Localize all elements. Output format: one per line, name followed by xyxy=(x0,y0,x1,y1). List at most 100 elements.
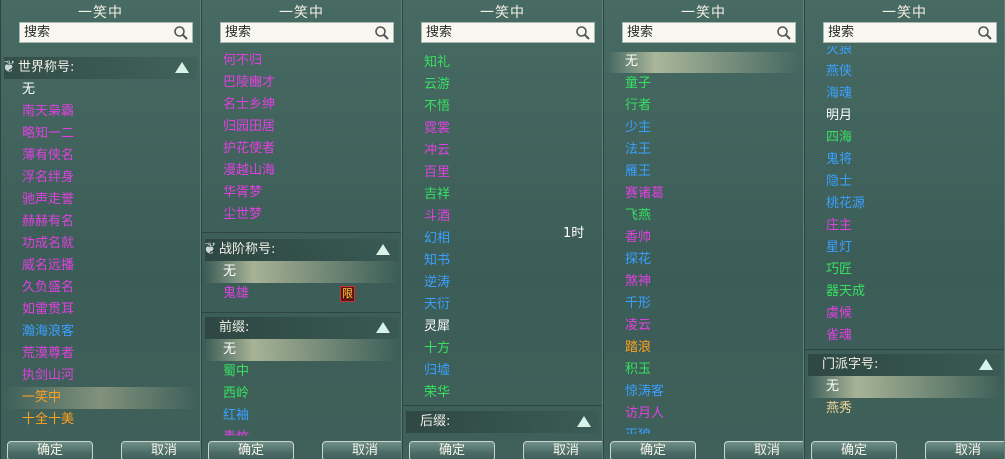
list-item[interactable]: 冲云 xyxy=(406,140,599,162)
triangle-up-icon[interactable] xyxy=(175,62,189,73)
list-item[interactable]: 隐士 xyxy=(808,171,1001,193)
search-input[interactable]: 搜索 xyxy=(421,22,595,43)
list-item[interactable]: 凌云 xyxy=(607,315,800,337)
list-item[interactable]: 瀚海浪客 xyxy=(4,321,197,343)
list-item[interactable]: 香帅 xyxy=(607,227,800,249)
search-icon[interactable] xyxy=(977,25,993,41)
list-item[interactable]: 庄主 xyxy=(808,215,1001,237)
list-item[interactable]: 器天成 xyxy=(808,281,1001,303)
section-header[interactable]: 后缀: xyxy=(406,411,599,433)
list-item[interactable]: 惊涛客 xyxy=(607,381,800,403)
search-icon[interactable] xyxy=(374,25,390,41)
list-item[interactable]: 荒漠尊者 xyxy=(4,343,197,365)
list-item[interactable]: 蜀中 xyxy=(205,361,398,383)
triangle-up-icon[interactable] xyxy=(376,322,390,333)
list-item[interactable]: 虞候 xyxy=(808,303,1001,325)
list-item[interactable]: 华胥梦 xyxy=(205,182,398,204)
list-item[interactable]: 灭狼 xyxy=(808,46,1001,61)
list-item[interactable]: 红袖 xyxy=(205,405,398,427)
list-item[interactable]: 归墟 xyxy=(406,360,599,382)
cancel-button[interactable]: 取消 xyxy=(724,441,803,459)
search-input[interactable]: 搜索 xyxy=(19,22,193,43)
search-input[interactable]: 搜索 xyxy=(823,22,997,43)
list-item[interactable]: 名士乡绅 xyxy=(205,94,398,116)
list-item[interactable]: 积玉 xyxy=(607,359,800,381)
list-item[interactable]: 百里 xyxy=(406,162,599,184)
list-item[interactable]: 十方 xyxy=(406,338,599,360)
list-item[interactable]: 灵犀 xyxy=(406,316,599,338)
confirm-button[interactable]: 确定 xyxy=(409,441,495,459)
list-item[interactable]: 煞神 xyxy=(607,271,800,293)
list-item[interactable]: 燕秀 xyxy=(808,398,1001,420)
list-item[interactable]: 探花 xyxy=(607,249,800,271)
list-item[interactable]: 星灯 xyxy=(808,237,1001,259)
confirm-button[interactable]: 确定 xyxy=(208,441,294,459)
list-item[interactable]: 霓裳 xyxy=(406,118,599,140)
list-item[interactable]: 归园田居 xyxy=(205,116,398,138)
confirm-button[interactable]: 确定 xyxy=(610,441,696,459)
list-item[interactable]: 天衍 xyxy=(406,294,599,316)
list-item[interactable]: 略知一二 xyxy=(4,123,197,145)
list-item[interactable]: 无 xyxy=(4,79,197,101)
cancel-button[interactable]: 取消 xyxy=(523,441,602,459)
list-item[interactable]: 赛诸葛 xyxy=(607,183,800,205)
list-item[interactable]: 灭狼 xyxy=(607,425,800,434)
list-item[interactable]: 少主 xyxy=(607,117,800,139)
section-header[interactable]: 战阶称号: xyxy=(205,239,398,261)
list-item[interactable]: 童子 xyxy=(607,73,800,95)
search-icon[interactable] xyxy=(173,25,189,41)
list-item[interactable]: 桃花源 xyxy=(808,193,1001,215)
list-item[interactable]: 无 xyxy=(808,376,1001,398)
list-item[interactable]: 雀魂 xyxy=(808,325,1001,346)
list-item[interactable]: 尘世梦 xyxy=(205,204,398,226)
cancel-button[interactable]: 取消 xyxy=(121,441,200,459)
list-item[interactable]: 知礼 xyxy=(406,52,599,74)
list-item[interactable]: 鬼将 xyxy=(808,149,1001,171)
list-item[interactable]: 执剑山河 xyxy=(4,365,197,387)
list-item[interactable]: 巴陵豳才 xyxy=(205,72,398,94)
triangle-up-icon[interactable] xyxy=(376,244,390,255)
search-input[interactable]: 搜索 xyxy=(220,22,394,43)
list-item[interactable]: 何不归 xyxy=(205,50,398,72)
list-item[interactable]: 法王 xyxy=(607,139,800,161)
list-item[interactable]: 明月 xyxy=(808,105,1001,127)
list-item[interactable]: 无 xyxy=(607,52,800,73)
section-header[interactable]: 前缀: xyxy=(205,317,398,339)
list-item[interactable]: 驰声走誉 xyxy=(4,189,197,211)
list-item[interactable]: 逆涛 xyxy=(406,272,599,294)
section-header[interactable]: 世界称号: xyxy=(4,57,197,79)
list-item[interactable]: 薄有侠名 xyxy=(4,145,197,167)
list-item[interactable]: 漫越山海 xyxy=(205,160,398,182)
list-item[interactable]: 海魂 xyxy=(808,83,1001,105)
list-item[interactable]: 一笑中 xyxy=(4,387,197,409)
list-item[interactable]: 威名远播 xyxy=(4,255,197,277)
list-item[interactable]: 巧匠 xyxy=(808,259,1001,281)
list-item[interactable]: 荣华 xyxy=(406,382,599,402)
list-item[interactable]: 知书 xyxy=(406,250,599,272)
search-icon[interactable] xyxy=(776,25,792,41)
search-icon[interactable] xyxy=(575,25,591,41)
list-item[interactable]: 雁王 xyxy=(607,161,800,183)
list-item[interactable]: 久负盛名 xyxy=(4,277,197,299)
cancel-button[interactable]: 取消 xyxy=(322,441,401,459)
list-item[interactable]: 如雷贯耳 xyxy=(4,299,197,321)
list-item[interactable]: 飞燕 xyxy=(607,205,800,227)
list-item[interactable]: 行者 xyxy=(607,95,800,117)
list-item[interactable]: 踏浪 xyxy=(607,337,800,359)
list-item[interactable]: 青竹 xyxy=(205,427,398,436)
list-item[interactable]: 云游 xyxy=(406,74,599,96)
list-item[interactable]: 无 xyxy=(205,339,398,361)
cancel-button[interactable]: 取消 xyxy=(925,441,1004,459)
list-item[interactable]: 吉祥 xyxy=(406,184,599,206)
list-item[interactable]: 鬼雄 限 xyxy=(205,283,398,305)
triangle-up-icon[interactable] xyxy=(979,359,993,370)
search-input[interactable]: 搜索 xyxy=(622,22,796,43)
triangle-up-icon[interactable] xyxy=(577,416,591,427)
list-item[interactable]: 赫赫有名 xyxy=(4,211,197,233)
list-item[interactable]: 千形 xyxy=(607,293,800,315)
confirm-button[interactable]: 确定 xyxy=(811,441,897,459)
list-item[interactable]: 十全十美 xyxy=(4,409,197,431)
list-item[interactable]: 无 xyxy=(205,261,398,283)
list-item[interactable]: 西岭 xyxy=(205,383,398,405)
list-item[interactable]: 访月人 xyxy=(607,403,800,425)
